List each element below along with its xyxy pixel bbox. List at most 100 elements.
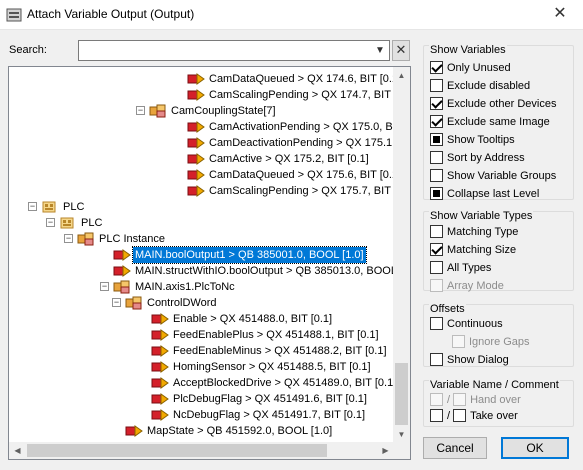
checkbox-box: [430, 224, 443, 238]
scroll-up-icon[interactable]: ▲: [393, 67, 410, 84]
collapse-last-level-checkbox[interactable]: Collapse last Level: [430, 186, 540, 202]
scroll-down-icon[interactable]: ▼: [393, 426, 410, 443]
struct-icon: [149, 104, 166, 118]
tree-row[interactable]: FeedEnablePlus > QX 451488.1, BIT [0.1]: [171, 327, 381, 343]
tree-row[interactable]: PLC: [79, 215, 104, 231]
name-checkbox[interactable]: [430, 408, 443, 422]
scroll-corner: [393, 442, 410, 459]
tree-row[interactable]: MAIN.boolOutput1 > QB 385001.0, BOOL [1.…: [132, 246, 367, 264]
tree-row-label: PLC Instance: [99, 233, 166, 245]
output-variable-icon: [187, 137, 205, 149]
collapse-icon[interactable]: −: [28, 202, 37, 211]
window-title: Attach Variable Output (Output): [27, 7, 195, 21]
comment-checkbox[interactable]: [453, 408, 467, 422]
tree-row[interactable]: FeedEnableMinus > QX 451488.2, BIT [0.1]: [171, 343, 389, 359]
tree-row[interactable]: CamActivationPending > QX 175.0, BIT [0.…: [207, 119, 394, 135]
tree-row[interactable]: PLC Instance: [97, 231, 167, 247]
tree-row[interactable]: ControlDWord: [145, 295, 219, 311]
tree-row[interactable]: MapState > QB 451592.0, BOOL [1.0]: [145, 423, 334, 439]
struct-icon: [125, 296, 142, 310]
exclude-other-devices-checkbox[interactable]: Exclude other Devices: [430, 96, 556, 112]
comment-checkbox: [453, 392, 467, 406]
tree-row-label: PLC: [81, 217, 103, 229]
show-dialog-checkbox[interactable]: Show Dialog: [430, 352, 509, 368]
collapse-icon[interactable]: −: [64, 234, 73, 243]
collapse-icon[interactable]: −: [112, 298, 121, 307]
group-title: Offsets: [429, 303, 466, 315]
tree-row[interactable]: Enable > QX 451488.0, BIT [0.1]: [171, 311, 334, 327]
scroll-thumb[interactable]: [27, 444, 327, 457]
struct-icon: [113, 280, 130, 294]
chevron-down-icon[interactable]: ▼: [373, 43, 387, 58]
continuous-checkbox[interactable]: Continuous: [430, 316, 503, 332]
scroll-right-icon[interactable]: ▶: [377, 442, 394, 459]
tree-row[interactable]: PlcDebugFlag > QX 451491.6, BIT [0.1]: [171, 391, 369, 407]
matching-size-checkbox[interactable]: Matching Size: [430, 242, 516, 258]
tree-row-label: CamActive > QX 175.2, BIT [0.1]: [209, 153, 369, 165]
title-bar: Attach Variable Output (Output) ✕: [0, 0, 583, 30]
tree-row[interactable]: CamCouplingState[7]: [169, 103, 278, 119]
cancel-button[interactable]: Cancel: [423, 437, 487, 459]
vertical-scrollbar[interactable]: ▲ ▼: [393, 67, 410, 443]
ok-button[interactable]: OK: [501, 437, 569, 459]
ignore-gaps-checkbox: Ignore Gaps: [452, 334, 530, 350]
checkbox-box: [430, 78, 443, 92]
collapse-icon[interactable]: −: [136, 106, 145, 115]
checkbox-box: [430, 278, 443, 292]
scroll-left-icon[interactable]: ◀: [9, 442, 26, 459]
tree-row[interactable]: CamDataQueued > QX 175.6, BIT [0.1]: [207, 167, 394, 183]
exclude-disabled-checkbox[interactable]: Exclude disabled: [430, 78, 530, 94]
tree-row[interactable]: NcDebugFlag > QX 451491.7, BIT [0.1]: [171, 407, 367, 423]
tree-row-label: MAIN.axis1.PlcToNc: [135, 281, 235, 293]
checkbox-label: Show Tooltips: [447, 134, 515, 146]
tree-row[interactable]: CamScalingPending > QX 174.7, BIT [0.1]: [207, 87, 394, 103]
output-variable-icon: [187, 153, 205, 165]
option-label: Take over: [470, 410, 518, 422]
search-input[interactable]: ▼: [78, 40, 390, 61]
scroll-thumb[interactable]: [395, 363, 408, 425]
tree-row[interactable]: CamActive > QX 175.2, BIT [0.1]: [207, 151, 371, 167]
checkbox-box: [430, 114, 443, 128]
checkbox-label: Sort by Address: [447, 152, 525, 164]
collapse-icon[interactable]: −: [100, 282, 109, 291]
output-variable-icon: [187, 185, 205, 197]
option-label: Hand over: [470, 394, 521, 406]
collapse-icon[interactable]: −: [46, 218, 55, 227]
checkbox-label: Only Unused: [447, 62, 511, 74]
output-variable-icon: [113, 249, 131, 261]
tree-row-label: CamDataQueued > QX 175.6, BIT [0.1]: [209, 169, 394, 181]
tree-content: CamDataQueued > QX 174.6, BIT [0.1] CamSc…: [9, 67, 394, 443]
show-tooltips-checkbox[interactable]: Show Tooltips: [430, 132, 515, 148]
show-variable-types-group: Show Variable Types Matching Type Matchin…: [423, 210, 574, 292]
tree-row-label: ControlDWord: [147, 297, 217, 309]
matching-type-checkbox[interactable]: Matching Type: [430, 224, 519, 240]
checkbox-label: Continuous: [447, 318, 503, 330]
only-unused-checkbox[interactable]: Only Unused: [430, 60, 511, 76]
horizontal-scrollbar[interactable]: ◀ ▶: [9, 442, 394, 459]
tree-row[interactable]: CamScalingPending > QX 175.7, BIT [0.1]: [207, 183, 394, 199]
tree-row[interactable]: CamDeactivationPending > QX 175.1, B: [207, 135, 394, 151]
checkbox-box: [430, 352, 443, 366]
checkbox-box: [430, 260, 443, 274]
sort-by-address-checkbox[interactable]: Sort by Address: [430, 150, 525, 166]
tree-row[interactable]: MAIN.axis1.PlcToNc: [133, 279, 237, 295]
tree-row-label: FeedEnablePlus > QX 451488.1, BIT [0.1]: [173, 329, 379, 341]
tree-row[interactable]: CamDataQueued > QX 174.6, BIT [0.1]: [207, 71, 394, 87]
variable-tree[interactable]: CamDataQueued > QX 174.6, BIT [0.1] CamSc…: [8, 66, 411, 460]
tree-row-label: Enable > QX 451488.0, BIT [0.1]: [173, 313, 333, 325]
tree-row[interactable]: MAIN.structWithIO.boolOutput > QB 385013…: [133, 263, 394, 279]
clear-search-button[interactable]: ✕: [392, 40, 410, 61]
tree-row[interactable]: PLC: [61, 199, 86, 215]
all-types-checkbox[interactable]: All Types: [430, 260, 491, 276]
exclude-same-image-checkbox[interactable]: Exclude same Image: [430, 114, 550, 130]
tree-row[interactable]: HomingSensor > QX 451488.5, BIT [0.1]: [171, 359, 373, 375]
close-button[interactable]: ✕: [537, 0, 583, 30]
close-icon: ✕: [395, 42, 407, 57]
checkbox-label: Matching Type: [447, 226, 519, 238]
tree-row[interactable]: AcceptBlockedDrive > QX 451489.0, BIT [0…: [171, 375, 394, 391]
name-checkbox: [430, 392, 443, 406]
search-label: Search:: [9, 44, 47, 56]
group-title: Show Variables: [429, 44, 507, 56]
show-variable-groups-checkbox[interactable]: Show Variable Groups: [430, 168, 556, 184]
checkbox-label: Collapse last Level: [447, 188, 540, 200]
